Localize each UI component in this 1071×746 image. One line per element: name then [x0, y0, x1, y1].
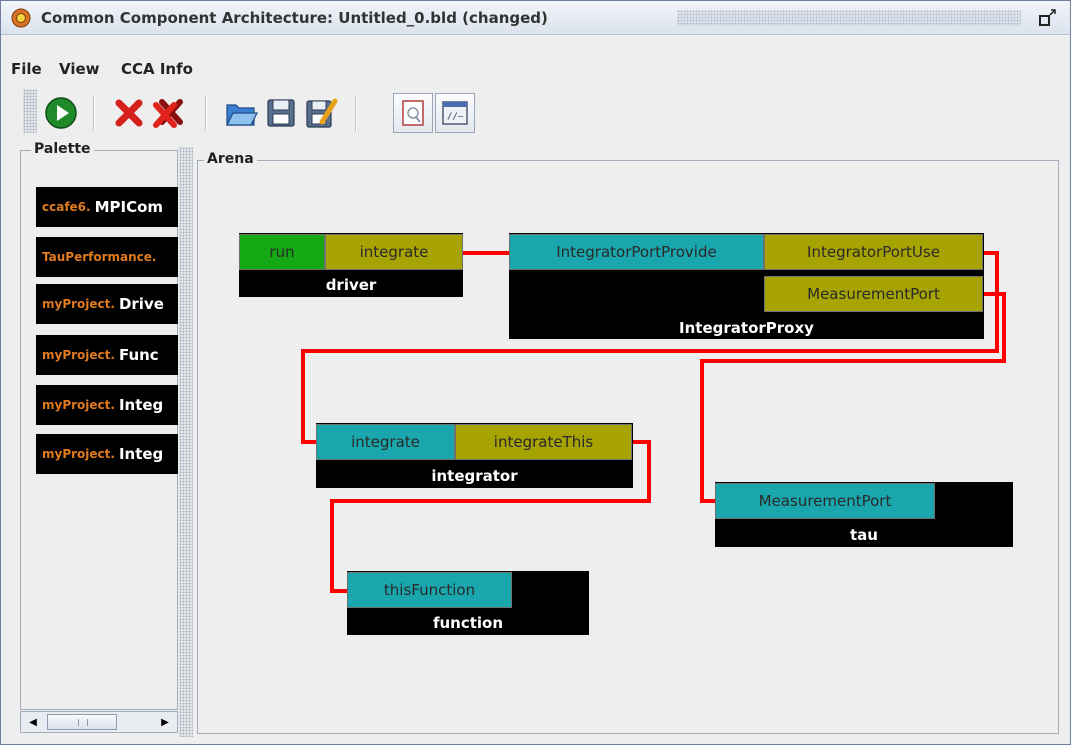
uses-port-measurementport[interactable]: MeasurementPort	[764, 276, 983, 312]
provides-port-thisfunction[interactable]: thisFunction	[347, 572, 512, 608]
svg-text://—: //—	[447, 112, 464, 122]
uses-port-integrate[interactable]: integrate	[325, 234, 463, 270]
panel-splitter[interactable]	[179, 147, 193, 737]
window-title: Common Component Architecture: Untitled_…	[41, 9, 548, 27]
run-icon	[45, 97, 77, 129]
palette-title: Palette	[31, 141, 94, 157]
menu-bar: File View CCA Info	[1, 36, 1070, 80]
scroll-thumb[interactable]	[47, 714, 117, 730]
palette-item[interactable]: myProject. Integ	[36, 434, 178, 474]
uses-port-integratorportuse[interactable]: IntegratorPortUse	[764, 234, 983, 270]
open-button[interactable]	[221, 93, 261, 133]
palette-panel: Palette ccafe6. MPICom TauPerformance. m…	[20, 141, 178, 710]
save-as-icon	[306, 98, 338, 128]
title-bar[interactable]: Common Component Architecture: Untitled_…	[1, 1, 1070, 35]
provides-port-measurementport[interactable]: MeasurementPort	[715, 483, 935, 519]
menu-cca-info[interactable]: CCA Info	[121, 60, 193, 78]
palette-item-package: myProject.	[42, 447, 115, 461]
palette-item-name: Drive	[118, 295, 164, 313]
script-window-button[interactable]: //—	[435, 93, 475, 133]
toolbar-grip[interactable]	[23, 89, 37, 133]
palette-item-name: Func	[118, 346, 159, 364]
save-icon	[267, 99, 295, 127]
toolbar: //—	[1, 81, 1070, 139]
go-port-run[interactable]: run	[239, 234, 325, 270]
palette-item-package: TauPerformance.	[42, 250, 157, 264]
palette-item-package: myProject.	[42, 348, 115, 362]
run-button[interactable]	[41, 93, 81, 133]
save-as-button[interactable]	[301, 93, 341, 133]
remove-all-button[interactable]	[149, 93, 189, 133]
palette-item-package: myProject.	[42, 398, 115, 412]
palette-item[interactable]: TauPerformance.	[36, 237, 178, 277]
palette-item-name: MPICom	[94, 198, 164, 216]
provides-port-integratorportprovide[interactable]: IntegratorPortProvide	[509, 234, 764, 270]
menu-view[interactable]: View	[59, 60, 100, 78]
palette-item-package: ccafe6.	[42, 200, 91, 214]
document-preview-button[interactable]	[393, 93, 433, 133]
component-label: tau	[850, 526, 878, 544]
component-label: integrator	[431, 467, 518, 485]
save-button[interactable]	[261, 93, 301, 133]
palette-item[interactable]: myProject. Integ	[36, 385, 178, 425]
palette-item-name: Integ	[118, 445, 164, 463]
toolbar-separator	[355, 95, 357, 131]
main-window: Common Component Architecture: Untitled_…	[0, 0, 1071, 745]
palette-item[interactable]: myProject. Drive	[36, 284, 178, 324]
palette-horizontal-scrollbar[interactable]: ◀ ▶	[20, 711, 178, 733]
remove-icon	[115, 99, 143, 127]
scroll-right-arrow-icon[interactable]: ▶	[157, 714, 173, 730]
provides-port-integrate[interactable]: integrate	[316, 424, 455, 460]
palette-item[interactable]: myProject. Func	[36, 335, 178, 375]
uses-port-integratethis[interactable]: integrateThis	[455, 424, 632, 460]
script-window-icon: //—	[442, 101, 468, 125]
toolbar-separator	[93, 95, 95, 131]
document-preview-icon	[402, 100, 424, 126]
restore-window-icon[interactable]	[1037, 7, 1059, 29]
palette-item[interactable]: ccafe6. MPICom	[36, 187, 178, 227]
remove-button[interactable]	[109, 93, 149, 133]
component-label: function	[432, 614, 504, 632]
remove-all-icon	[153, 99, 183, 128]
toolbar-separator	[205, 95, 207, 131]
palette-item-package: myProject.	[42, 297, 115, 311]
component-label: IntegratorProxy	[679, 319, 814, 337]
menu-file[interactable]: File	[11, 60, 42, 78]
component-label: driver	[325, 276, 377, 294]
scroll-left-arrow-icon[interactable]: ◀	[25, 714, 41, 730]
arena-title: Arena	[204, 151, 257, 167]
title-bar-grip	[677, 10, 1021, 26]
cca-logo-icon	[11, 8, 31, 28]
open-folder-icon	[226, 104, 258, 126]
palette-item-name: Integ	[118, 396, 164, 414]
